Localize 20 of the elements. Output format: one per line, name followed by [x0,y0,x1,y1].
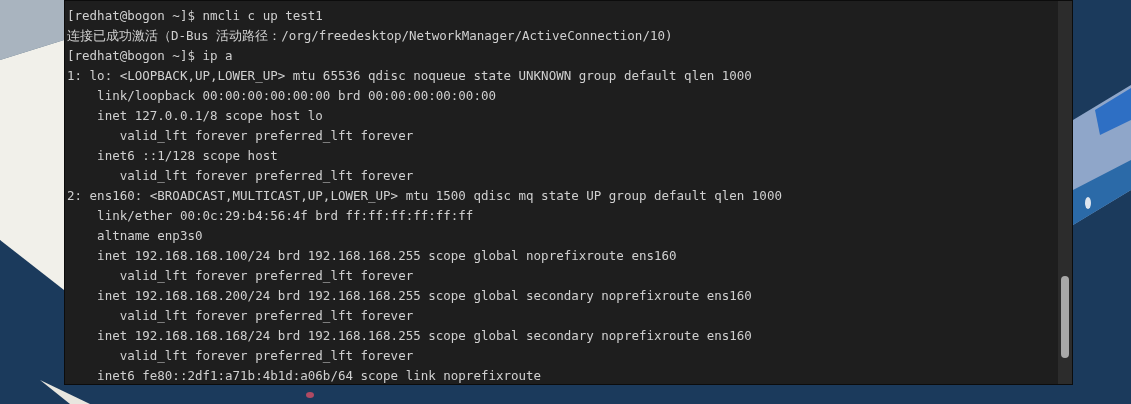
terminal-line: inet 192.168.168.168/24 brd 192.168.168.255 scope global secondary noprefixroute ens160 [96,327,752,345]
terminal-line: inet 127.0.0.1/8 scope host lo [96,107,323,125]
terminal-line: [redhat@bogon ~]$ nmcli c up test1 [67,7,323,25]
terminal-line: inet6 ::1/128 scope host [96,147,278,165]
terminal-line: link/ether 00:0c:29:b4:56:4f brd ff:ff:ff:ff:ff:ff [96,207,474,225]
terminal-line: 1: lo: <LOOPBACK,UP,LOWER_UP> mtu 65536 qdisc noqueue state UNKNOWN group default qlen 1000 [67,67,752,85]
terminal-line: valid_lft forever preferred_lft forever [118,267,414,285]
terminal-line: valid_lft forever preferred_lft forever [118,127,414,145]
terminal-line: inet 192.168.168.200/24 brd 192.168.168.255 scope global secondary noprefixroute ens160 [96,287,752,305]
terminal-line: 2: ens160: <BROADCAST,MULTICAST,UP,LOWER_UP> mtu 1500 qdisc mq state UP group default qlen 1000 [67,187,782,205]
terminal-line: valid_lft forever preferred_lft forever [118,307,414,325]
terminal-line: altname enp3s0 [96,227,203,245]
terminal-line: valid_lft forever preferred_lft forever [118,347,414,365]
terminal-line: 连接已成功激活（D-Bus 活动路径：/org/freedesktop/NetworkManager/ActiveConnection/10) [67,27,673,45]
terminal-line: valid_lft forever preferred_lft forever [118,167,414,185]
terminal-line: [redhat@bogon ~]$ ip a [67,47,233,65]
terminal-line: inet6 fe80::2df1:a71b:4b1d:a06b/64 scope link noprefixroute [96,367,542,385]
terminal-line: link/loopback 00:00:00:00:00:00 brd 00:00:00:00:00:00 [96,87,496,105]
terminal-line: inet 192.168.168.100/24 brd 192.168.168.255 scope global noprefixroute ens160 [96,247,677,265]
scrollbar-thumb[interactable] [1061,276,1069,358]
